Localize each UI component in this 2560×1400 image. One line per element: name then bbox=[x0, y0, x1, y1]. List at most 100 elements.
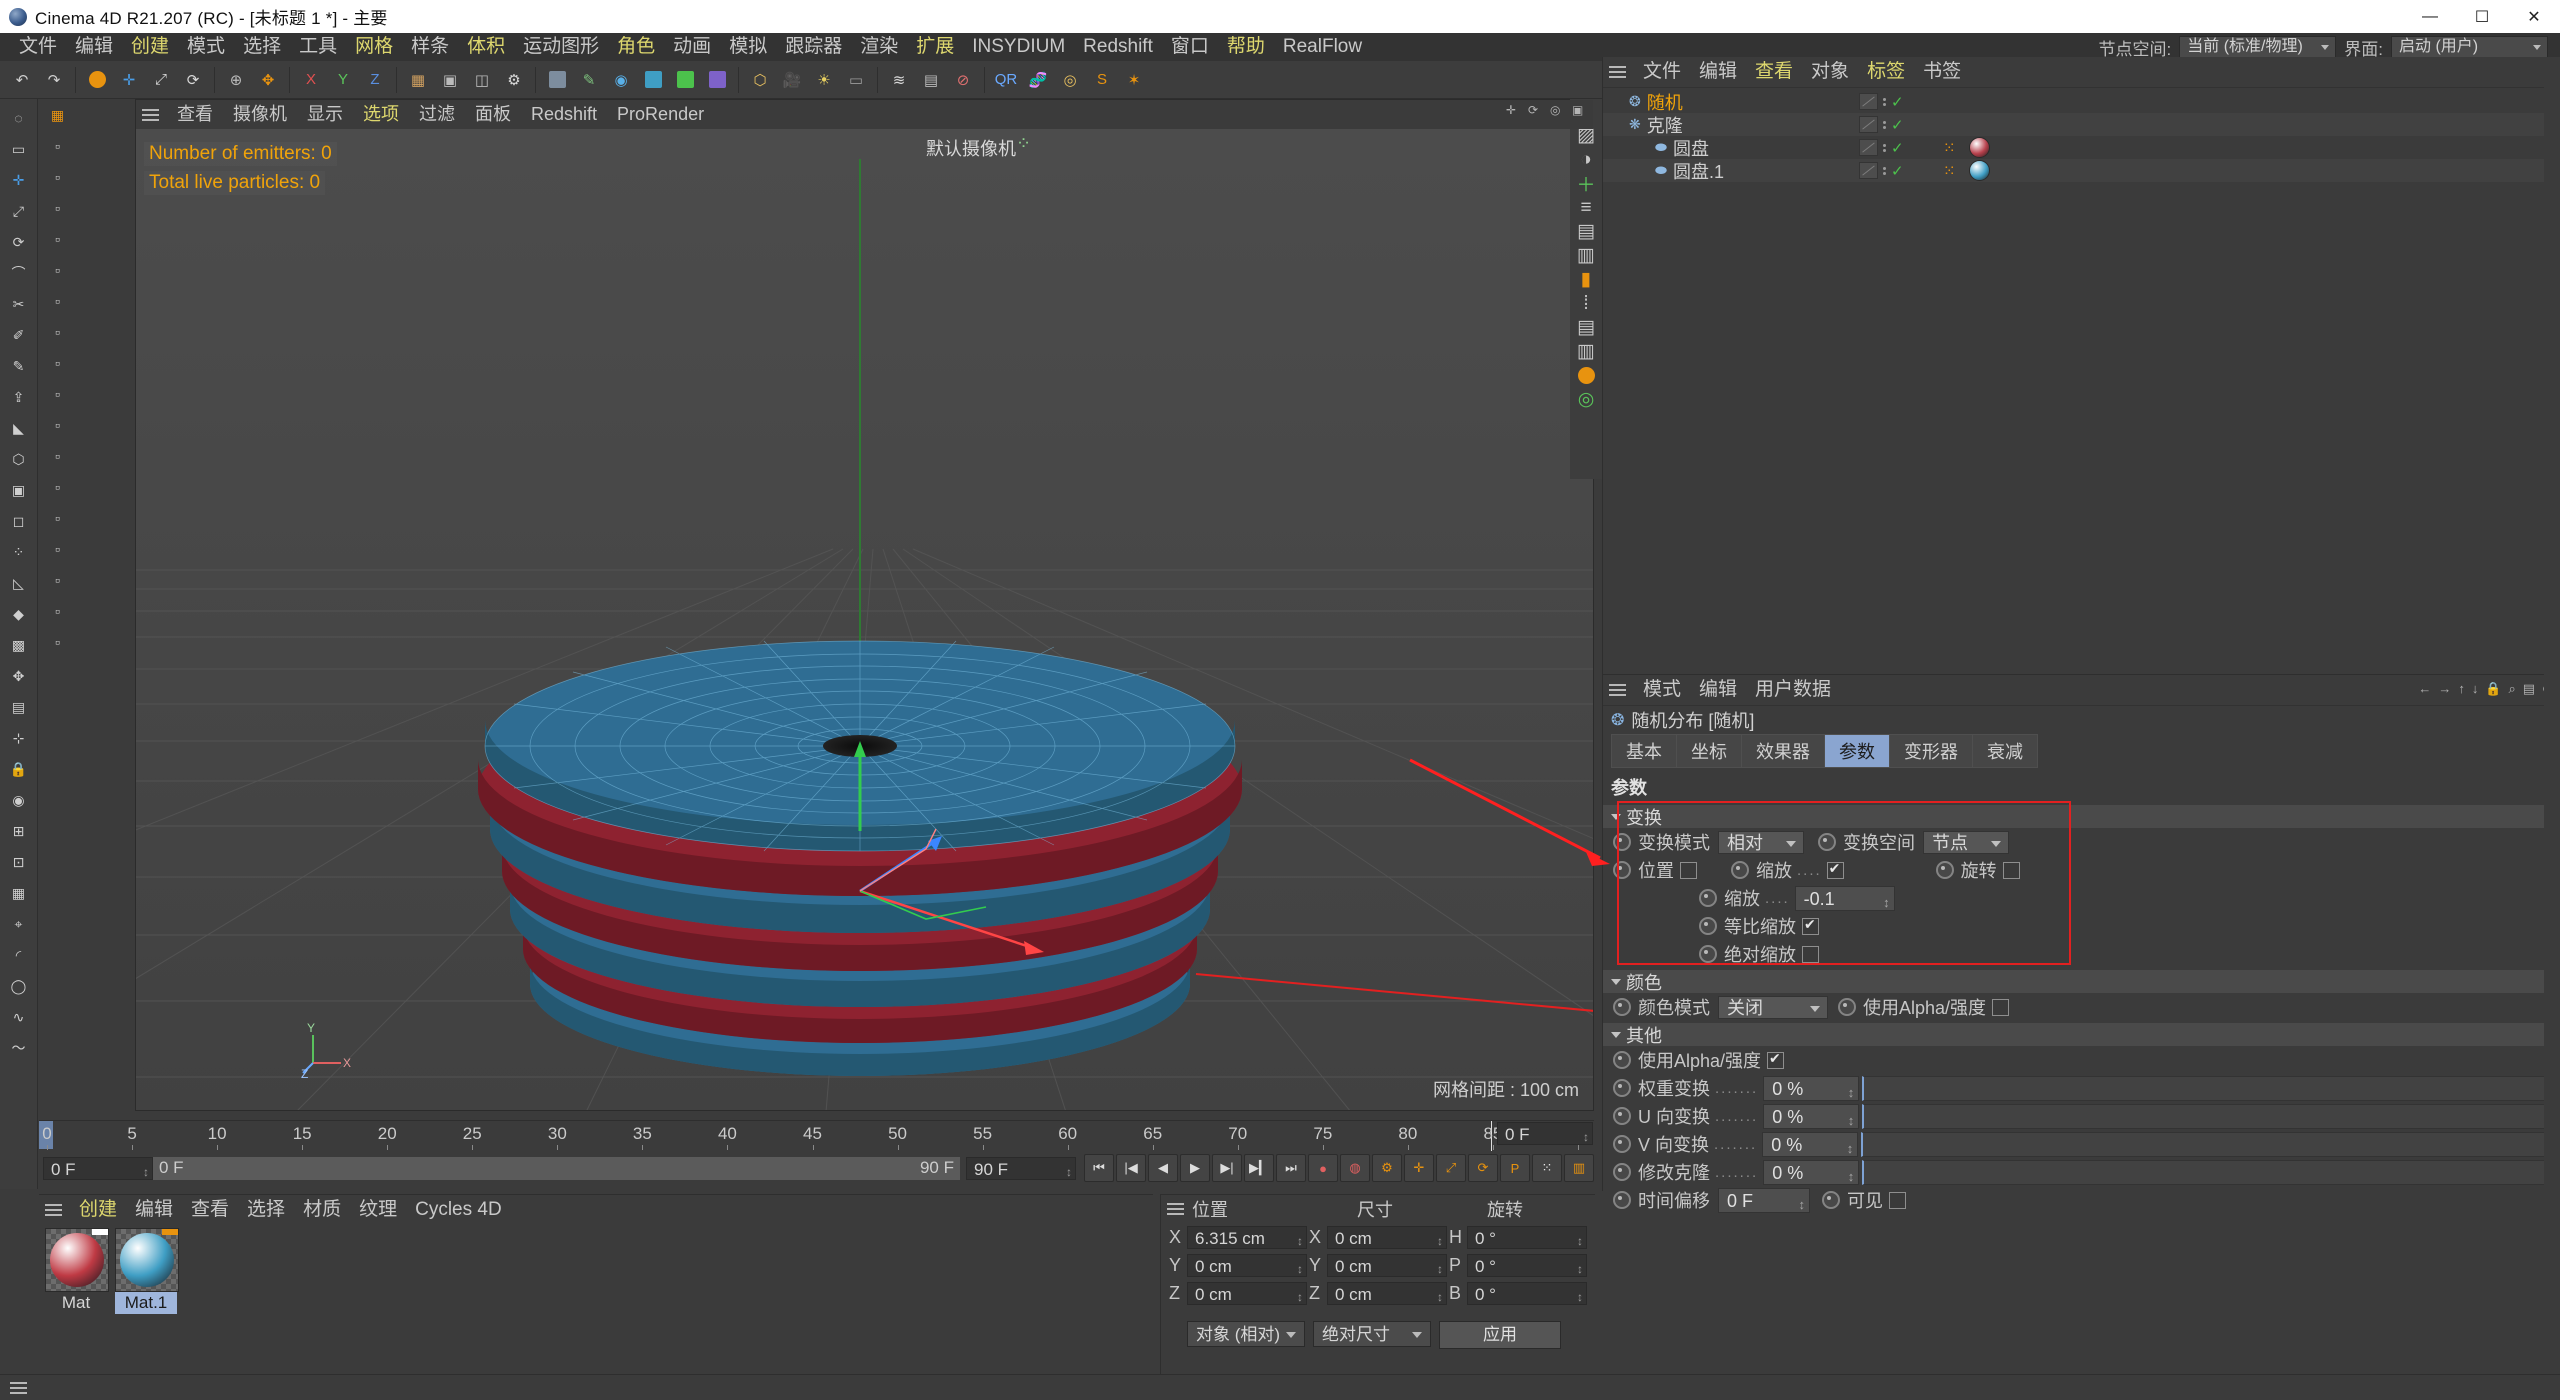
edge-mode-icon[interactable]: ◺ bbox=[3, 568, 35, 598]
floor-icon[interactable]: ▭ bbox=[841, 65, 871, 95]
model-mode-icon[interactable]: ▣ bbox=[3, 475, 35, 505]
live-selection-icon[interactable] bbox=[82, 65, 112, 95]
rotate-view-icon[interactable]: ◎ bbox=[1550, 104, 1563, 117]
rotation-radio[interactable] bbox=[1935, 861, 1954, 879]
viewport-menu-item-0[interactable]: 查看 bbox=[167, 100, 223, 129]
magnet-icon[interactable]: ⌒ bbox=[3, 258, 35, 288]
lock-x-icon[interactable]: X bbox=[296, 65, 326, 95]
render-view-icon[interactable]: ▣ bbox=[435, 65, 465, 95]
realflow-icon[interactable]: ✶ bbox=[1119, 65, 1149, 95]
viewport-menu-item-3[interactable]: 选项 bbox=[353, 100, 409, 129]
step-back-button[interactable]: ◀ bbox=[1148, 1154, 1178, 1182]
tool-preset-b-icon[interactable]: ▫ bbox=[42, 162, 74, 192]
size-field-Z[interactable]: 0 cm bbox=[1327, 1281, 1447, 1309]
use-alpha-radio[interactable] bbox=[1613, 1051, 1631, 1069]
key-pla-button[interactable]: ⁙ bbox=[1532, 1154, 1562, 1182]
time-offset-radio[interactable] bbox=[1613, 1191, 1631, 1209]
redo-icon[interactable]: ↷ bbox=[39, 65, 69, 95]
rect-selection-icon[interactable]: ▭ bbox=[3, 134, 35, 164]
menu-item-3[interactable]: 模式 bbox=[178, 33, 234, 61]
step-forward-button[interactable]: ▶| bbox=[1212, 1154, 1242, 1182]
menu-item-9[interactable]: 运动图形 bbox=[514, 33, 608, 61]
render-region-icon[interactable]: ◫ bbox=[467, 65, 497, 95]
menu-item-14[interactable]: 渲染 bbox=[851, 33, 907, 61]
menu-item-18[interactable]: 窗口 bbox=[1162, 33, 1218, 61]
vp-bars-icon[interactable]: ▥ bbox=[1572, 340, 1600, 363]
coordinate-mode-select[interactable]: 对象 (相对) bbox=[1187, 1321, 1305, 1347]
key-scale-button[interactable]: ⤢ bbox=[1436, 1154, 1466, 1182]
brush-icon[interactable]: ✐ bbox=[3, 320, 35, 350]
world-axis-icon[interactable]: ✥ bbox=[253, 65, 283, 95]
color-mode-select[interactable]: 关闭 bbox=[1718, 995, 1828, 1019]
attribute-menu-icon[interactable] bbox=[1609, 684, 1626, 696]
mesh-icon[interactable]: ⬡ bbox=[3, 444, 35, 474]
menu-item-7[interactable]: 样条 bbox=[402, 33, 458, 61]
use-alpha-inline-checkbox[interactable] bbox=[1992, 998, 2010, 1016]
lock-y-icon[interactable]: Y bbox=[328, 65, 358, 95]
material-menu-item-1[interactable]: 编辑 bbox=[126, 1196, 182, 1224]
attribute-menu-item-2[interactable]: 用户数据 bbox=[1746, 676, 1840, 704]
viewport-solo-icon[interactable]: ◉ bbox=[3, 785, 35, 815]
object-menu-item-2[interactable]: 查看 bbox=[1746, 58, 1802, 86]
key-param-button[interactable]: P bbox=[1500, 1154, 1530, 1182]
menu-item-4[interactable]: 选择 bbox=[234, 33, 290, 61]
position-checkbox[interactable] bbox=[1680, 861, 1697, 879]
snap-icon[interactable]: ⊞ bbox=[3, 816, 35, 846]
live-selection-tool-icon[interactable]: ◌ bbox=[3, 103, 35, 133]
generator-icon[interactable]: ◉ bbox=[606, 65, 636, 95]
slider-track-0[interactable] bbox=[1862, 1075, 2560, 1101]
visibility-dots[interactable] bbox=[1883, 166, 1886, 175]
tool-preset-h-icon[interactable]: ▫ bbox=[42, 348, 74, 378]
object-menu-item-3[interactable]: 对象 bbox=[1802, 58, 1858, 86]
light-icon[interactable]: ☀ bbox=[809, 65, 839, 95]
layout-preset-icon[interactable]: ▦ bbox=[42, 100, 74, 130]
visibility-dots[interactable] bbox=[1883, 97, 1886, 106]
lock-icon[interactable]: 🔒 bbox=[2485, 681, 2501, 697]
timeline-mode-button[interactable]: ▥ bbox=[1564, 1154, 1594, 1182]
vp-add-icon[interactable]: ＋ bbox=[1572, 172, 1600, 196]
spline-free-icon[interactable]: 〜 bbox=[3, 1033, 35, 1063]
enable-box[interactable] bbox=[1859, 162, 1878, 179]
tool-preset-f-icon[interactable]: ▫ bbox=[42, 286, 74, 316]
visible-checkbox[interactable] bbox=[1889, 1191, 1906, 1209]
attribute-tab-2[interactable]: 效果器 bbox=[1741, 734, 1824, 768]
scale-value-field[interactable]: -0.1 bbox=[1794, 885, 1895, 915]
scale-enable-radio[interactable] bbox=[1731, 861, 1749, 879]
goto-end-button[interactable]: ⏭ bbox=[1276, 1154, 1306, 1182]
rotate-tool-icon[interactable]: ⟳ bbox=[178, 65, 208, 95]
maximize-button[interactable]: ☐ bbox=[2456, 0, 2508, 33]
visibility-dots[interactable] bbox=[1883, 143, 1886, 152]
menu-item-1[interactable]: 编辑 bbox=[66, 33, 122, 61]
material-menu-item-5[interactable]: 纹理 bbox=[350, 1196, 406, 1224]
next-key-button[interactable]: ▶▎ bbox=[1244, 1154, 1274, 1182]
scale-view-icon[interactable]: ⟳ bbox=[1528, 104, 1541, 117]
material-tag-icon[interactable] bbox=[1969, 137, 1990, 158]
axis-mode-icon[interactable]: ✥ bbox=[3, 661, 35, 691]
tool-preset-l-icon[interactable]: ▫ bbox=[42, 472, 74, 502]
viewport-menu-item-7[interactable]: ProRender bbox=[607, 100, 714, 129]
rotation-field-P[interactable]: 0 ° bbox=[1467, 1253, 1587, 1281]
enabled-check-icon[interactable]: ✓ bbox=[1891, 162, 1904, 180]
tool-preset-o-icon[interactable]: ▫ bbox=[42, 565, 74, 595]
size-field-X[interactable]: 0 cm bbox=[1327, 1225, 1447, 1253]
enable-axis-icon[interactable]: ⊹ bbox=[3, 723, 35, 753]
attribute-tab-5[interactable]: 衰减 bbox=[1972, 734, 2038, 768]
menu-item-12[interactable]: 模拟 bbox=[720, 33, 776, 61]
absolute-scale-radio[interactable] bbox=[1699, 945, 1717, 963]
spline-pen-icon[interactable]: ✎ bbox=[574, 65, 604, 95]
menu-item-20[interactable]: RealFlow bbox=[1274, 33, 1371, 61]
rotate-icon[interactable]: ⟳ bbox=[3, 227, 35, 257]
slider-radio-3[interactable] bbox=[1613, 1163, 1631, 1181]
object-row-0[interactable]: ❂ 随机 ✓ bbox=[1603, 90, 2560, 113]
menu-item-0[interactable]: 文件 bbox=[10, 33, 66, 61]
attribute-menu-item-0[interactable]: 模式 bbox=[1634, 676, 1690, 704]
object-mode-icon[interactable]: ◻ bbox=[3, 506, 35, 536]
menu-item-8[interactable]: 体积 bbox=[458, 33, 514, 61]
vp-dots-icon[interactable]: ⁞ bbox=[1572, 292, 1600, 315]
goto-start-button[interactable]: ⏮ bbox=[1084, 1154, 1114, 1182]
end-frame-field[interactable]: 90 F bbox=[966, 1156, 1076, 1184]
material-swatch-0[interactable] bbox=[45, 1228, 109, 1292]
down-arrow-icon[interactable]: ↓ bbox=[2472, 681, 2479, 697]
time-offset-field[interactable]: 0 F bbox=[1718, 1187, 1810, 1217]
mograph-tag-icon[interactable]: ⁙ bbox=[1943, 162, 1956, 180]
